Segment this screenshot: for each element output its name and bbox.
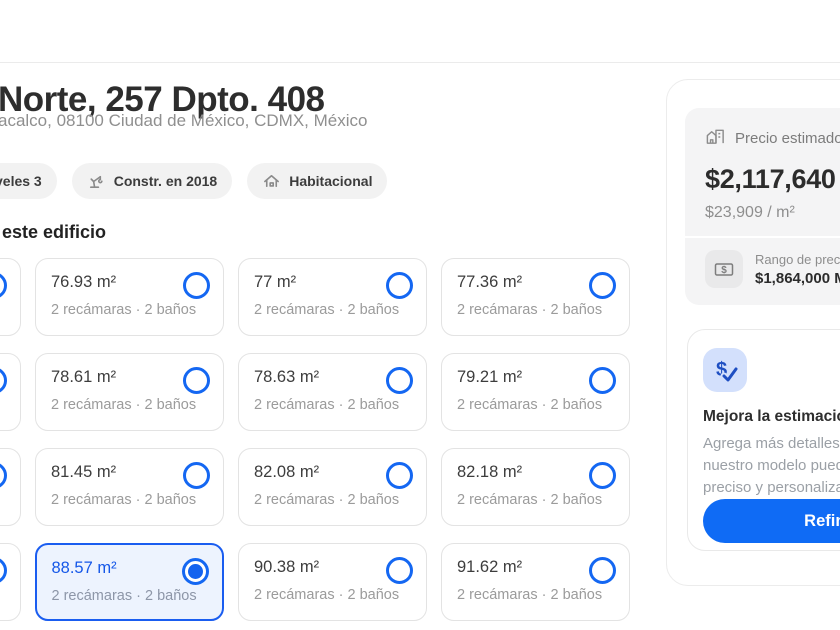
improve-estimate-card: $ Mejora la estimación Agrega más detall… [687,329,840,551]
banknote-icon: $ [705,250,743,288]
refine-estimate-button[interactable]: Refinar estimación [703,499,840,543]
unit-card[interactable]: 81.45 m² 2 recámaras · 2 baños [35,448,224,526]
improve-description: Agrega más detalles nuestro modelo pued … [703,433,840,499]
unit-options-grid: 2 recámaras · 2 baños 76.93 m² 2 recámar… [0,258,630,621]
unit-detail: 2 recámaras · 2 baños [254,302,411,318]
unit-card[interactable]: 82.08 m² 2 recámaras · 2 baños [238,448,427,526]
unit-card[interactable]: 79.21 m² 2 recámaras · 2 baños [441,353,630,431]
radio-unselected-icon[interactable] [183,462,210,489]
panel-divider [685,236,840,238]
estimate-panel: Precio estimado $2,117,640MXN $23,909 / … [685,108,840,305]
badge-niveles-label: Niveles 3 [0,173,42,189]
unit-detail: 2 recámaras · 2 baños [457,587,614,603]
unit-card[interactable]: 2 recámaras · 2 baños [0,543,21,621]
radio-unselected-icon[interactable] [386,367,413,394]
unit-card[interactable]: 2 recámaras · 2 baños [0,353,21,431]
unit-card[interactable]: 90.38 m² 2 recámaras · 2 baños [238,543,427,621]
unit-detail: 2 recámaras · 2 baños [457,302,614,318]
unit-card[interactable]: 2 recámaras · 2 baños [0,258,21,336]
unit-card[interactable]: 76.93 m² 2 recámaras · 2 baños [35,258,224,336]
unit-detail: 2 recámaras · 2 baños [254,492,411,508]
badge-habitacional-label: Habitacional [289,173,372,189]
radio-unselected-icon[interactable] [183,272,210,299]
construction-crane-icon [87,172,106,191]
unit-detail: 2 recámaras · 2 baños [457,492,614,508]
radio-unselected-icon[interactable] [589,367,616,394]
page: Norte, 257 Dpto. 408 acalco, 08100 Ciuda… [0,0,840,630]
unit-detail: 2 recámaras · 2 baños [51,492,208,508]
building-icon [705,126,726,151]
range-value: $1,864,000 MXN [755,270,840,287]
estimate-price: $2,117,640MXN [705,164,840,195]
radio-unselected-icon[interactable] [386,462,413,489]
badge-niveles: Niveles 3 [0,163,57,199]
unit-card-selected[interactable]: 88.57 m² 2 recámaras · 2 baños [35,543,224,621]
unit-card[interactable]: 77 m² 2 recámaras · 2 baños [238,258,427,336]
badge-construccion: Constr. en 2018 [72,163,233,199]
radio-unselected-icon[interactable] [183,367,210,394]
header-divider [0,62,840,63]
badge-habitacional: Habitacional [247,163,387,199]
unit-detail: 2 recámaras · 2 baños [457,397,614,413]
unit-detail: 2 recámaras · 2 baños [51,302,208,318]
badge-row: Niveles 3 Constr. en 2018 [0,163,387,199]
range-label: Rango de precio [755,252,840,267]
unit-card[interactable]: 2 recámaras · 2 baños [0,448,21,526]
price-per-m2: $23,909 / m² [705,204,840,222]
price-check-icon: $ [703,348,747,392]
radio-unselected-icon[interactable] [386,272,413,299]
unit-card[interactable]: 77.36 m² 2 recámaras · 2 baños [441,258,630,336]
unit-card[interactable]: 91.62 m² 2 recámaras · 2 baños [441,543,630,621]
unit-card[interactable]: 82.18 m² 2 recámaras · 2 baños [441,448,630,526]
radio-unselected-icon[interactable] [589,272,616,299]
listing-address: acalco, 08100 Ciudad de México, CDMX, Mé… [0,111,367,131]
radio-unselected-icon[interactable] [589,557,616,584]
estimate-label: Precio estimado [735,130,840,147]
svg-text:$: $ [721,265,727,276]
radio-unselected-icon[interactable] [386,557,413,584]
improve-title: Mejora la estimación [703,408,840,426]
unit-detail: 2 recámaras · 2 baños [254,397,411,413]
unit-detail: 2 recámaras · 2 baños [52,588,208,604]
unit-card[interactable]: 78.63 m² 2 recámaras · 2 baños [238,353,427,431]
price-estimate-sidebar: Precio estimado $2,117,640MXN $23,909 / … [666,79,840,586]
badge-construccion-label: Constr. en 2018 [114,173,218,189]
unit-detail: 2 recámaras · 2 baños [51,397,208,413]
unit-card[interactable]: 78.61 m² 2 recámaras · 2 baños [35,353,224,431]
house-icon [262,172,281,191]
radio-selected-icon[interactable] [182,558,209,585]
price-range-row: $ Rango de precio $1,864,000 MXN [705,250,840,288]
unit-detail: 2 recámaras · 2 baños [254,587,411,603]
section-heading: en este edificio [0,222,106,243]
radio-unselected-icon[interactable] [589,462,616,489]
